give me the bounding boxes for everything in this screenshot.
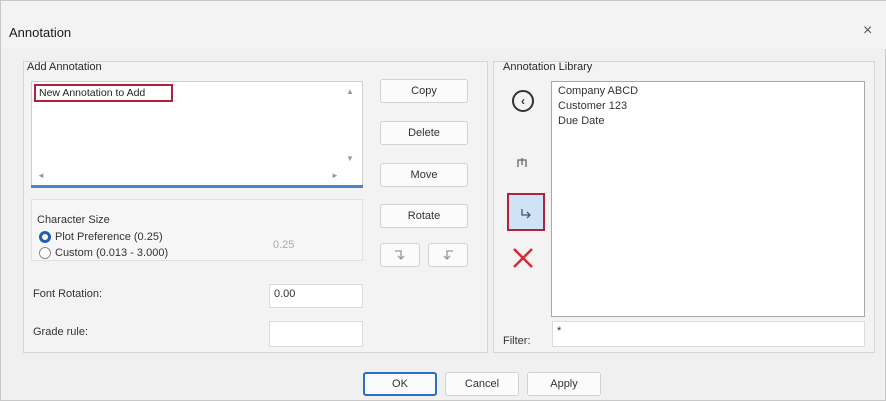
custom-radio[interactable] [39, 247, 51, 259]
filter-field[interactable]: * [552, 321, 865, 347]
dialog-title: Annotation [9, 25, 72, 40]
horizontal-scrollbar[interactable] [31, 185, 363, 188]
character-size-label: Character Size [37, 214, 110, 226]
rotate-right-icon[interactable] [428, 243, 468, 267]
move-button[interactable]: Move [380, 163, 468, 187]
annotation-input[interactable]: New Annotation to Add [34, 84, 173, 102]
grade-rule-label: Grade rule: [33, 326, 89, 338]
apply-button[interactable]: Apply [527, 372, 601, 396]
font-rotation-label: Font Rotation: [33, 288, 103, 300]
font-rotation-field[interactable]: 0.00 [269, 284, 363, 308]
filter-label: Filter: [503, 335, 531, 347]
insert-up-icon[interactable] [506, 149, 538, 177]
custom-label: Custom (0.013 - 3.000) [55, 247, 169, 259]
plot-preference-radio[interactable] [39, 231, 51, 243]
rotate-left-icon[interactable] [380, 243, 420, 267]
ok-button[interactable]: OK [363, 372, 437, 396]
scroll-down-arrow-icon[interactable]: ▼ [346, 154, 354, 163]
add-annotation-label: Add Annotation [27, 61, 102, 73]
grade-rule-field[interactable] [269, 321, 363, 347]
delete-button[interactable]: Delete [380, 121, 468, 145]
annotation-dialog: Annotation × Add Annotation New Annotati… [0, 0, 886, 401]
back-arrow-icon[interactable]: ‹ [509, 87, 537, 115]
annotation-library-list[interactable]: Company ABCD Customer 123 Due Date [551, 81, 865, 317]
scroll-up-arrow-icon[interactable]: ▲ [346, 87, 354, 96]
custom-size-value[interactable]: 0.25 [273, 239, 294, 251]
list-item[interactable]: Customer 123 [558, 100, 627, 112]
scroll-left-arrow-icon[interactable]: ◄ [37, 171, 45, 180]
list-item[interactable]: Company ABCD [558, 85, 638, 97]
title-bar: Annotation × [1, 1, 886, 49]
close-icon[interactable]: × [863, 23, 872, 39]
cancel-button[interactable]: Cancel [445, 372, 519, 396]
insert-selected-icon[interactable] [507, 193, 545, 231]
copy-button[interactable]: Copy [380, 79, 468, 103]
rotate-button[interactable]: Rotate [380, 204, 468, 228]
annotation-library-label: Annotation Library [503, 61, 593, 73]
plot-preference-label: Plot Preference (0.25) [55, 231, 163, 243]
delete-x-icon[interactable] [506, 241, 540, 275]
scroll-right-arrow-icon[interactable]: ► [331, 171, 339, 180]
list-item[interactable]: Due Date [558, 115, 604, 127]
